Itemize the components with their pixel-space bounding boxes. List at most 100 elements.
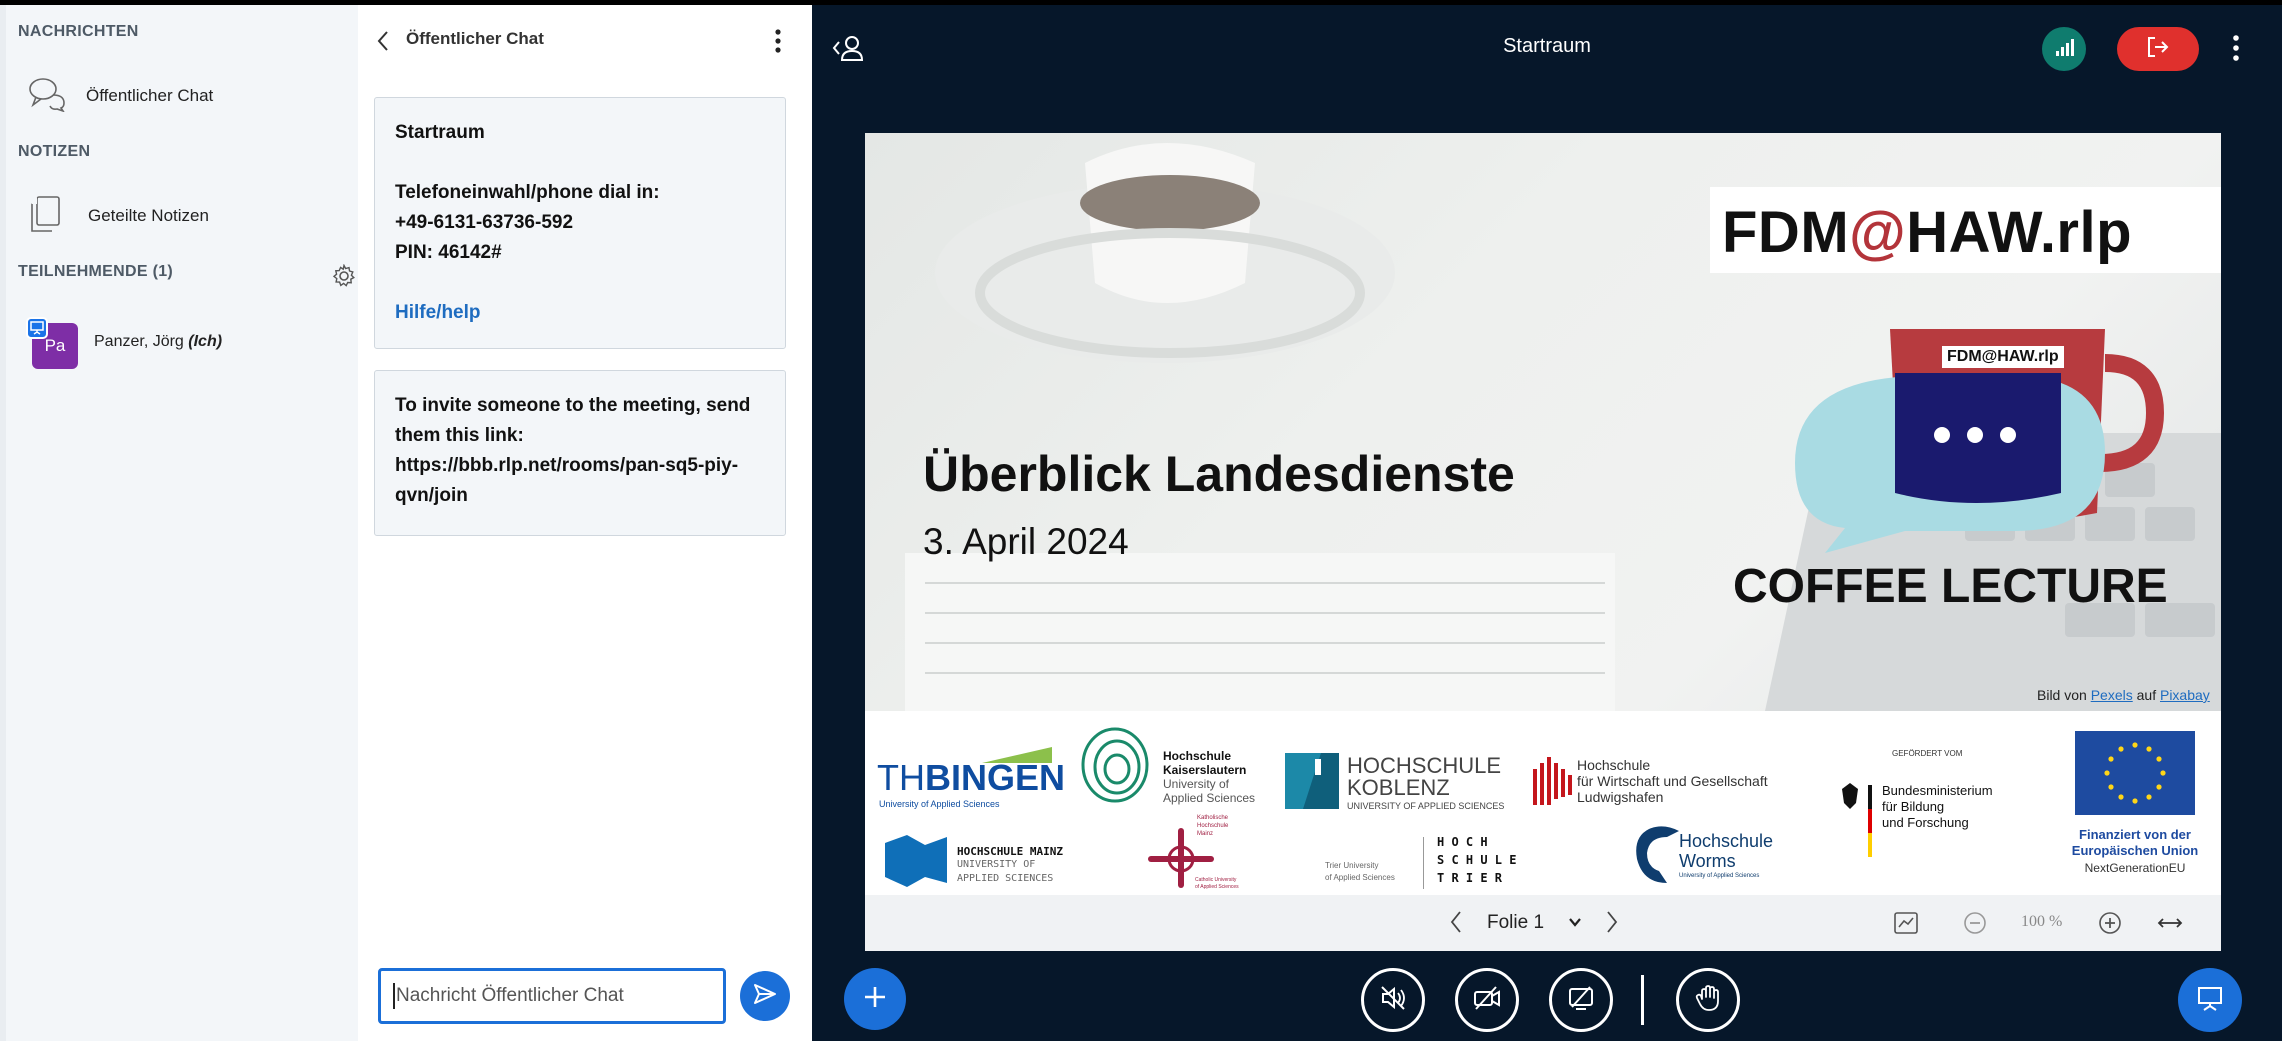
- logo-text: NextGenerationEU: [2084, 861, 2186, 875]
- connection-status-button[interactable]: [2042, 27, 2086, 71]
- user-name[interactable]: Panzer, Jörg (Ich): [94, 333, 222, 351]
- presentation-slide: FDM@HAW.rlp FDM@HAW.rlp Überblick Landes…: [865, 133, 2221, 711]
- credit-text: auf: [2136, 687, 2157, 703]
- actions-button[interactable]: [844, 968, 906, 1030]
- plus-icon: [861, 983, 889, 1016]
- logo-text: Applied Sciences: [1163, 791, 1256, 805]
- logo-text: H O C H: [1437, 835, 1488, 849]
- chevron-down-icon[interactable]: [1567, 915, 1583, 934]
- hs-trier-logo: Trier University of Applied Sciences H O…: [1325, 831, 1575, 891]
- raise-hand-icon: [1693, 983, 1723, 1018]
- logo-text: Hochschule: [1679, 831, 1774, 851]
- credit-link-pixabay[interactable]: Pixabay: [2160, 687, 2210, 703]
- image-credit: Bild von Pexels auf Pixabay: [2037, 687, 2210, 703]
- logo-text: University of Applied Sciences: [879, 799, 1000, 809]
- hs-worms-logo: Hochschule Worms University of Applied S…: [1633, 823, 1803, 889]
- public-chat-panel: Öffentlicher Chat Startraum Telefoneinwa…: [358, 5, 812, 1041]
- zoom-level: 100 %: [2021, 913, 2063, 930]
- messages-header: NACHRICHTEN: [18, 23, 139, 40]
- logo-text: UNIVERSITY OF APPLIED SCIENCES: [1347, 801, 1505, 811]
- leave-icon: [2145, 34, 2171, 65]
- camera-toggle-button[interactable]: [1455, 968, 1519, 1032]
- logo-text: Hochschule: [1577, 757, 1651, 773]
- back-chevron-icon[interactable]: [376, 29, 396, 53]
- muted-speaker-icon: [1378, 983, 1408, 1018]
- send-button[interactable]: [740, 971, 790, 1021]
- logo-text: KOBLENZ: [1347, 775, 1450, 800]
- chat-title[interactable]: Öffentlicher Chat: [406, 29, 544, 49]
- logo-text: für Bildung: [1882, 799, 1945, 814]
- whiteboard-icon[interactable]: [1893, 911, 1919, 940]
- slide-number[interactable]: Folie 1: [1487, 912, 1544, 934]
- zoom-out-icon[interactable]: [1963, 911, 1987, 940]
- partner-logos: TH BINGEN University of Applied Sciences…: [865, 711, 2221, 895]
- phone-number: +49-6131-63736-592: [395, 212, 574, 233]
- invite-link[interactable]: qvn/join: [395, 481, 765, 511]
- dial-in-label: Telefoneinwahl/phone dial in:: [395, 182, 660, 203]
- invite-line: To invite someone to the meeting, send: [395, 395, 751, 416]
- toolbar-divider: [1641, 975, 1644, 1025]
- logo-text: Trier University: [1325, 861, 1379, 870]
- notes-icon: [28, 195, 62, 238]
- fdm-logo-prefix: FDM: [1722, 200, 1850, 265]
- logo-text: University of: [1163, 777, 1230, 791]
- presenter-icon: [26, 317, 48, 339]
- avatar[interactable]: Pa: [26, 317, 78, 369]
- chat-bubbles-icon: [28, 76, 68, 117]
- logo-text: Catholic University: [1195, 877, 1237, 883]
- prev-icon[interactable]: [1449, 909, 1463, 940]
- leave-meeting-button[interactable]: [2117, 27, 2199, 71]
- eu-logo: Finanziert von der Europäischen Union Ne…: [2060, 731, 2210, 891]
- participants-header: TEILNEHMENDE (1): [18, 263, 174, 280]
- hs-koblenz-logo: HOCHSCHULE KOBLENZ UNIVERSITY OF APPLIED…: [1285, 753, 1515, 813]
- welcome-room: Startraum: [395, 122, 485, 143]
- raise-hand-button[interactable]: [1676, 968, 1740, 1032]
- presentation-toggle-button[interactable]: [2178, 968, 2242, 1032]
- logo-text: Worms: [1679, 851, 1736, 871]
- sidebar-item-label: Öffentlicher Chat: [86, 86, 214, 105]
- logo-text: Kaiserslautern: [1163, 763, 1247, 777]
- hs-kaiserslautern-logo: Hochschule Kaiserslautern University of …: [1079, 719, 1269, 815]
- sidebar-item-shared-notes[interactable]: Geteilte Notizen: [28, 191, 209, 241]
- user-name-text: Panzer, Jörg: [94, 333, 184, 350]
- pin: PIN: 46142#: [395, 242, 502, 263]
- zoom-in-icon[interactable]: [2098, 911, 2122, 940]
- logo-text: für Wirtschaft und Gesellschaft: [1577, 773, 1768, 789]
- logo-text: Hochschule: [1163, 749, 1232, 763]
- next-icon[interactable]: [1605, 909, 1619, 940]
- slide-date: 3. April 2024: [923, 521, 1129, 562]
- chat-message-input[interactable]: Nachricht Öffentlicher Chat: [378, 968, 726, 1024]
- logo-text: HOCHSCHULE MAINZ: [957, 845, 1063, 858]
- th-bingen-logo: TH BINGEN University of Applied Sciences: [877, 743, 1065, 813]
- logo-text: GEFÖRDERT VOM: [1892, 749, 1963, 758]
- fdm-logo-suffix: HAW.rlp: [1906, 200, 2133, 265]
- help-link[interactable]: Hilfe/help: [395, 298, 765, 328]
- audio-toggle-button[interactable]: [1361, 968, 1425, 1032]
- logo-text: Ludwigshafen: [1577, 789, 1664, 805]
- signal-icon: [2053, 36, 2075, 63]
- kebab-icon[interactable]: [772, 27, 786, 57]
- logo-text: TH: [877, 757, 925, 798]
- fdm-logo-text: FDM@HAW.rlp: [1722, 199, 2132, 266]
- screenshare-toggle-button[interactable]: [1549, 968, 1613, 1032]
- logo-text: APPLIED SCIENCES: [957, 873, 1054, 884]
- send-icon: [751, 980, 779, 1013]
- presentation-icon: [2195, 983, 2225, 1018]
- kebab-icon[interactable]: [2230, 33, 2242, 67]
- logo-text: University of Applied Sciences: [1679, 873, 1760, 879]
- gear-icon[interactable]: [332, 263, 358, 290]
- hs-ludwigshafen-logo: Hochschule für Wirtschaft und Gesellscha…: [1531, 753, 1801, 813]
- fit-width-icon[interactable]: [2157, 915, 2183, 936]
- user-list-sidebar: NACHRICHTEN Öffentlicher Chat NOTIZEN Ge…: [0, 5, 358, 1041]
- logo-text: Bundesministerium: [1882, 783, 1993, 798]
- credit-text: Bild von: [2037, 687, 2087, 703]
- logo-text: of Applied Sciences: [1325, 873, 1395, 882]
- invite-link[interactable]: https://bbb.rlp.net/rooms/pan-sq5-piy-: [395, 451, 765, 481]
- sidebar-item-public-chat[interactable]: Öffentlicher Chat: [28, 71, 213, 121]
- logo-text: BINGEN: [925, 757, 1066, 798]
- logo-text: und Forschung: [1882, 815, 1969, 830]
- mug-label: FDM@HAW.rlp: [1942, 346, 2064, 368]
- camera-off-icon: [1472, 983, 1502, 1018]
- credit-link-pexels[interactable]: Pexels: [2091, 687, 2133, 703]
- presentation-stage: Startraum FDM@HAW.rlp FDM@HAW.rlp Überbl…: [812, 5, 2282, 1041]
